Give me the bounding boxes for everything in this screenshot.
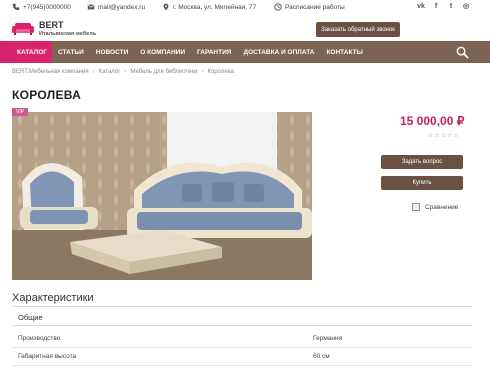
twitter-icon[interactable]: t	[447, 3, 455, 11]
callback-button[interactable]: Заказать обратный звонок	[316, 22, 400, 37]
address-text: г. Москва, ул. Милейная, 77	[173, 3, 257, 11]
spec-key: Производство	[18, 335, 61, 342]
email-address: mail@yandex.ru	[98, 3, 146, 11]
furniture-photo	[12, 112, 312, 280]
sofa-logo-icon	[12, 23, 34, 35]
mail-icon	[87, 4, 95, 10]
page-title: КОРОЛЕВА	[12, 88, 82, 102]
table-row: Габаритная высота 60 см	[12, 348, 472, 366]
product-image[interactable]	[12, 112, 312, 280]
chevron-right-icon: ›	[92, 69, 95, 75]
specs-title: Характеристики	[12, 292, 94, 304]
rating-stars[interactable]: ☆☆☆☆☆	[428, 132, 460, 139]
instagram-icon[interactable]: ◎	[462, 3, 470, 11]
compare-checkbox[interactable]: Сравнение	[412, 203, 458, 211]
address-contact: г. Москва, ул. Милейная, 77	[162, 3, 256, 11]
product-price: 15 000,00 ₽	[400, 114, 465, 128]
breadcrumb-current: Королева	[207, 69, 235, 75]
email-contact[interactable]: mail@yandex.ru	[87, 3, 145, 11]
specs-group-title: Общие	[18, 313, 43, 322]
facebook-icon[interactable]: f	[432, 3, 440, 11]
nav-articles[interactable]: СТАТЬИ	[52, 41, 90, 63]
nav-contacts[interactable]: КОНТАКТЫ	[320, 41, 368, 63]
main-navigation: КАТАЛОГ СТАТЬИ НОВОСТИ О КОМПАНИИ ГАРАНТ…	[0, 41, 490, 63]
schedule-text: Расписание работы	[285, 3, 345, 11]
schedule-link[interactable]: Расписание работы	[274, 3, 345, 11]
nav-catalog[interactable]: КАТАЛОГ	[0, 41, 52, 63]
vip-badge: VIP	[12, 108, 29, 116]
chevron-right-icon: ›	[201, 69, 204, 75]
logo-subtitle: Итальянская мебель	[39, 31, 97, 37]
nav-warranty[interactable]: ГАРАНТИЯ	[191, 41, 237, 63]
compare-label: Сравнение	[425, 203, 459, 211]
breadcrumb-home[interactable]: BERT.Мебельная компания	[12, 69, 89, 75]
nav-delivery[interactable]: ДОСТАВКА И ОПЛАТА	[237, 41, 320, 63]
checkbox-icon[interactable]	[412, 203, 420, 211]
clock-icon	[274, 3, 282, 11]
logo-title: BERT	[39, 20, 64, 30]
nav-news[interactable]: НОВОСТИ	[90, 41, 135, 63]
site-logo[interactable]: BERT Итальянская мебель	[12, 18, 152, 40]
social-links: vk f t ◎	[417, 3, 470, 11]
breadcrumb-category[interactable]: Мебель для библиотеки	[130, 69, 197, 75]
location-pin-icon	[163, 3, 169, 11]
top-info-bar: +7(945)0000000 mail@yandex.ru г. Москва,…	[0, 0, 490, 16]
phone-number: +7(945)0000000	[23, 3, 71, 11]
ask-question-button[interactable]: Задать вопрос	[381, 155, 463, 169]
search-icon[interactable]	[456, 46, 469, 59]
spec-value: Германия	[313, 335, 343, 342]
chevron-right-icon: ›	[124, 69, 127, 75]
spec-value: 60 см	[313, 353, 330, 360]
specs-group-header: Общие	[12, 306, 472, 326]
phone-icon	[12, 3, 20, 11]
nav-about[interactable]: О КОМПАНИИ	[134, 41, 191, 63]
table-row: Производство Германия	[12, 330, 472, 348]
vk-icon[interactable]: vk	[417, 3, 425, 11]
buy-button[interactable]: Купить	[381, 176, 463, 190]
spec-key: Габаритная высота	[18, 353, 77, 360]
breadcrumb: BERT.Мебельная компания › Каталог › Мебе…	[12, 69, 234, 75]
breadcrumb-catalog[interactable]: Каталог	[99, 69, 121, 75]
phone-contact[interactable]: +7(945)0000000	[12, 3, 71, 11]
